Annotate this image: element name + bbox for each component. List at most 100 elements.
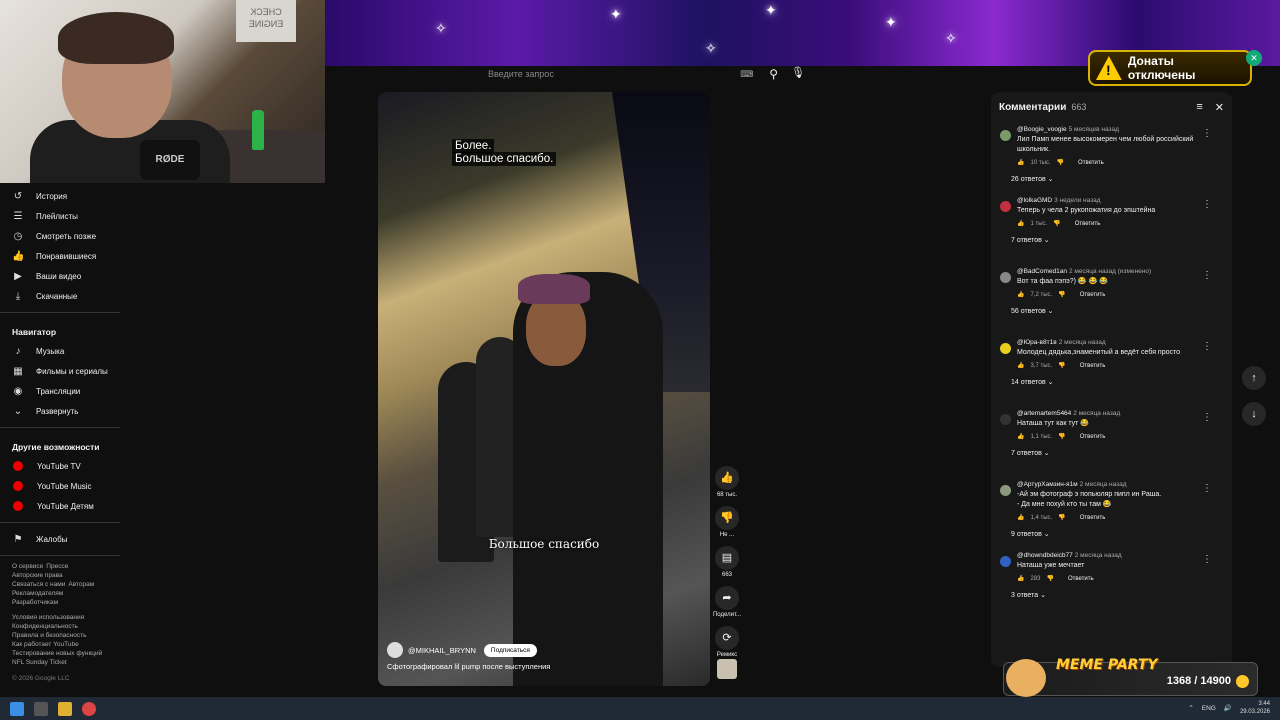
more-options-icon[interactable]: ⋮ [1202,412,1212,423]
windows-start-icon[interactable] [10,701,24,716]
sidebar-item-music[interactable]: ♪ Музыка [0,341,120,361]
replies-toggle[interactable]: 14 ответов ⌄ [1011,378,1224,386]
dislike-icon[interactable]: 👎 [1053,220,1060,227]
sidebar-item-report[interactable]: ⚑ Жалобы [0,529,120,549]
lang-indicator[interactable]: ENG [1202,705,1216,712]
sidebar-item-your-videos[interactable]: ▶ Ваши видео [0,266,120,286]
dislike-icon[interactable]: 👎 [715,506,739,530]
footer-link[interactable]: Условия использования [12,614,84,621]
dislike-icon[interactable]: 👎 [1057,159,1064,166]
footer-link[interactable]: Связаться с нами [12,581,65,588]
like-icon[interactable]: 👍 [1017,575,1024,582]
sidebar-item-history[interactable]: ↺ История [0,186,120,206]
subscribe-button[interactable]: Подписаться [483,643,537,657]
footer-link[interactable]: Авторские права [12,572,63,579]
comment-icon[interactable]: ▤ [715,546,739,570]
comments-button[interactable]: ▤ 663 [711,546,743,580]
footer-link[interactable]: Разработчикам [12,599,58,606]
search-bar[interactable]: Введите запрос ⌨ ⚲ [480,64,778,84]
video-title[interactable]: Сфотографировал lil pump после выступлен… [387,662,550,671]
footer-link[interactable]: NFL Sunday Ticket [12,659,67,666]
footer-link[interactable]: Конфиденциальность [12,623,78,630]
keyboard-icon[interactable]: ⌨ [740,69,753,80]
more-options-icon[interactable]: ⋮ [1202,270,1212,281]
microphone-icon[interactable]: 🎙 [790,66,806,82]
comment-author[interactable]: @artemartem5464 [1017,410,1071,417]
comment-avatar[interactable] [1000,272,1011,283]
reply-button[interactable]: Ответить [1080,363,1106,369]
more-options-icon[interactable]: ⋮ [1202,199,1212,210]
like-icon[interactable]: 👍 [1017,159,1024,166]
remix-button[interactable]: ⟳ Ремикс [711,626,743,660]
footer-link[interactable]: Рекламодателям [12,590,63,597]
reply-button[interactable]: Ответить [1080,292,1106,298]
search-icon[interactable]: ⚲ [769,67,778,81]
next-video-button[interactable]: ↓ [1242,402,1266,426]
yandex-icon[interactable] [34,701,48,716]
footer-link[interactable]: Как работает YouTube [12,641,79,648]
more-options-icon[interactable]: ⋮ [1202,341,1212,352]
footer-link[interactable]: О сервисе [12,563,43,570]
dislike-button[interactable]: 👎 Не ... [711,506,743,540]
close-icon[interactable]: ✕ [1215,101,1224,114]
like-icon[interactable]: 👍 [1017,291,1024,298]
more-options-icon[interactable]: ⋮ [1202,483,1212,494]
comment-avatar[interactable] [1000,485,1011,496]
like-icon[interactable]: 👍 [1017,362,1024,369]
chevron-up-icon[interactable]: ⌃ [1188,704,1193,712]
sidebar-item-watch-later[interactable]: ◷ Смотреть позже [0,226,120,246]
more-options-icon[interactable]: ⋮ [1202,128,1212,139]
clock[interactable]: 3:44 29.03.2026 [1240,700,1270,716]
comment-author[interactable]: @Boogie_voogie [1017,126,1067,133]
close-icon[interactable]: ✕ [1246,50,1262,66]
footer-link[interactable]: Тестирование новых функций [12,650,102,657]
reply-button[interactable]: Ответить [1068,576,1094,582]
reply-button[interactable]: Ответить [1080,515,1106,521]
sort-icon[interactable]: ≡ [1196,101,1202,113]
comment-avatar[interactable] [1000,414,1011,425]
channel-avatar[interactable] [387,642,403,658]
like-icon[interactable]: 👍 [1017,220,1024,227]
sidebar-item-liked[interactable]: 👍 Понравившиеся [0,246,120,266]
replies-toggle[interactable]: 56 ответов ⌄ [1011,307,1224,315]
dislike-icon[interactable]: 👎 [1058,362,1065,369]
volume-icon[interactable]: 🔊 [1224,704,1232,712]
share-icon[interactable]: ➦ [715,586,739,610]
like-button[interactable]: 👍 68 тыс. [711,466,743,500]
replies-toggle[interactable]: 9 ответов ⌄ [1011,530,1224,538]
like-icon[interactable]: 👍 [715,466,739,490]
shorts-video-player[interactable] [378,92,710,686]
channel-name[interactable]: @MIKHAIL_BRYNN [408,646,476,655]
reply-button[interactable]: Ответить [1080,434,1106,440]
replies-toggle[interactable]: 7 ответов ⌄ [1011,236,1224,244]
comment-avatar[interactable] [1000,343,1011,354]
folder-icon[interactable] [58,701,72,716]
comment-author[interactable]: @BadComed1an [1017,268,1067,275]
replies-toggle[interactable]: 26 ответов ⌄ [1011,175,1224,183]
like-icon[interactable]: 👍 [1017,514,1024,521]
dislike-icon[interactable]: 👎 [1058,433,1065,440]
dislike-icon[interactable]: 👎 [1047,575,1054,582]
comment-author[interactable]: @АртурХамзин-я1м [1017,481,1078,488]
dislike-icon[interactable]: 👎 [1058,291,1065,298]
sidebar-item-films[interactable]: ▦ Фильмы и сериалы [0,361,120,381]
sound-thumbnail[interactable] [717,659,737,679]
sidebar-item-downloads[interactable]: ⤓ Скачанные [0,286,120,306]
reply-button[interactable]: Ответить [1075,221,1101,227]
search-input[interactable]: Введите запрос [480,69,740,79]
replies-toggle[interactable]: 7 ответов ⌄ [1011,449,1224,457]
sidebar-item-live[interactable]: ◉ Трансляции [0,381,120,401]
share-button[interactable]: ➦ Поделит... [711,586,743,620]
comment-author[interactable]: @dhowndbdeicb77 [1017,552,1073,559]
reply-button[interactable]: Ответить [1078,160,1104,166]
sidebar-item-playlists[interactable]: ☰ Плейлисты [0,206,120,226]
footer-link[interactable]: Авторам [68,581,94,588]
like-icon[interactable]: 👍 [1017,433,1024,440]
sidebar-item-youtube-kids[interactable]: YouTube Детям [0,496,120,516]
footer-link[interactable]: Правила и безопасность [12,632,86,639]
comment-avatar[interactable] [1000,130,1011,141]
remix-icon[interactable]: ⟳ [715,626,739,650]
footer-link[interactable]: Прессе [46,563,68,570]
comment-author[interactable]: @Юра-в8т1в [1017,339,1057,346]
comment-avatar[interactable] [1000,201,1011,212]
